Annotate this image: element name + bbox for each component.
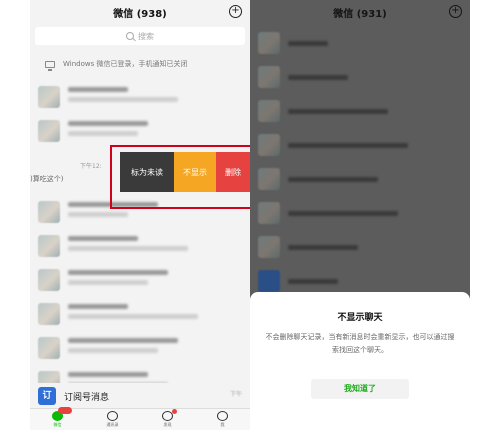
tab-contacts[interactable]: 通讯录 — [99, 411, 127, 428]
avatar — [38, 201, 60, 223]
right-phone-screen: 微信 (931) + 不显示聊天 不会删除聊天记录，当有新消息时会重新显示，也可… — [250, 0, 470, 430]
chat-list-item — [250, 94, 470, 128]
chat-list-item[interactable] — [30, 114, 250, 148]
avatar — [38, 86, 60, 108]
page-title: 微信 (931) — [333, 8, 387, 20]
contacts-icon — [107, 411, 118, 421]
chat-list-item — [250, 60, 470, 94]
notification-dot — [171, 409, 177, 414]
add-plus-icon[interactable]: + — [229, 5, 242, 18]
avatar — [258, 202, 280, 224]
dimmed-chat-list — [250, 26, 470, 298]
avatar — [258, 168, 280, 190]
chat-list — [30, 80, 250, 148]
chat-list-item — [250, 128, 470, 162]
chat-list-item — [250, 230, 470, 264]
chat-list-item[interactable] — [30, 263, 250, 297]
tab-me[interactable]: 我 — [209, 411, 237, 428]
tab-chats[interactable]: 微信 — [44, 407, 72, 428]
tab-label: 我 — [220, 422, 225, 427]
avatar — [38, 337, 60, 359]
avatar — [258, 270, 280, 292]
chat-list-item[interactable] — [30, 297, 250, 331]
avatar — [38, 269, 60, 291]
avatar — [258, 236, 280, 258]
subscription-messages-row[interactable]: 订 订阅号消息 下午 — [30, 383, 250, 409]
avatar — [38, 120, 60, 142]
unread-badge — [57, 407, 72, 414]
windows-notice-text: Windows 微信已登录，手机通知已关闭 — [63, 60, 188, 68]
dialog-title: 不显示聊天 — [337, 313, 383, 323]
delete-chat-button[interactable]: 删除 — [216, 152, 250, 192]
tab-discover[interactable]: 发现 — [154, 409, 182, 428]
subscription-time: 下午 — [229, 391, 242, 398]
chat-list-item[interactable] — [30, 195, 250, 229]
avatar — [38, 303, 60, 325]
hide-chat-dialog: 不显示聊天 不会删除聊天记录，当有新消息时会重新显示，也可以通过搜索找回这个聊天… — [250, 292, 470, 430]
page-title: 微信 (938) — [113, 8, 167, 20]
avatar — [258, 66, 280, 88]
search-icon — [126, 32, 134, 40]
chat-list-lower — [30, 195, 250, 399]
chat-list-item — [250, 26, 470, 60]
chat-list-item — [250, 196, 470, 230]
mark-unread-button[interactable]: 标为未读 — [120, 152, 174, 192]
got-it-button[interactable]: 我知道了 — [311, 379, 409, 399]
tab-label: 通讯录 — [106, 422, 119, 427]
search-placeholder: 搜索 — [138, 31, 154, 41]
chat-list-item[interactable] — [30, 229, 250, 263]
subscription-label: 订阅号消息 — [64, 392, 110, 403]
windows-login-notice[interactable]: Windows 微信已登录，手机通知已关闭 — [30, 52, 250, 76]
screenshot-stage: 微信 (938) + 搜索 Windows 微信已登录，手机通知已关闭 下午12… — [0, 0, 500, 430]
subscription-icon: 订 — [38, 387, 56, 405]
chat-list-item — [250, 162, 470, 196]
chat-preview-fragment: )算吃这个) — [30, 175, 64, 183]
search-bar[interactable]: 搜索 — [35, 27, 245, 45]
avatar — [258, 134, 280, 156]
chat-list-item[interactable] — [30, 331, 250, 365]
avatar — [38, 235, 60, 257]
monitor-icon — [45, 60, 55, 71]
me-icon — [217, 411, 228, 421]
avatar — [258, 100, 280, 122]
tab-label: 发现 — [163, 422, 172, 427]
add-plus-icon[interactable]: + — [449, 5, 462, 18]
tab-label: 微信 — [53, 422, 62, 427]
bottom-tab-bar: 微信 通讯录 发现 我 — [30, 407, 250, 430]
chat-list-item[interactable] — [30, 80, 250, 114]
avatar — [258, 32, 280, 54]
dialog-body: 不会删除聊天记录，当有新消息时会重新显示，也可以通过搜索找回这个聊天。 — [265, 333, 455, 354]
hide-chat-button[interactable]: 不显示 — [174, 152, 216, 192]
left-phone-screen: 微信 (938) + 搜索 Windows 微信已登录，手机通知已关闭 下午12… — [30, 0, 250, 430]
chat-time-label: 下午12: — [80, 163, 102, 170]
swipe-action-group: 标为未读 不显示 删除 — [120, 152, 250, 192]
